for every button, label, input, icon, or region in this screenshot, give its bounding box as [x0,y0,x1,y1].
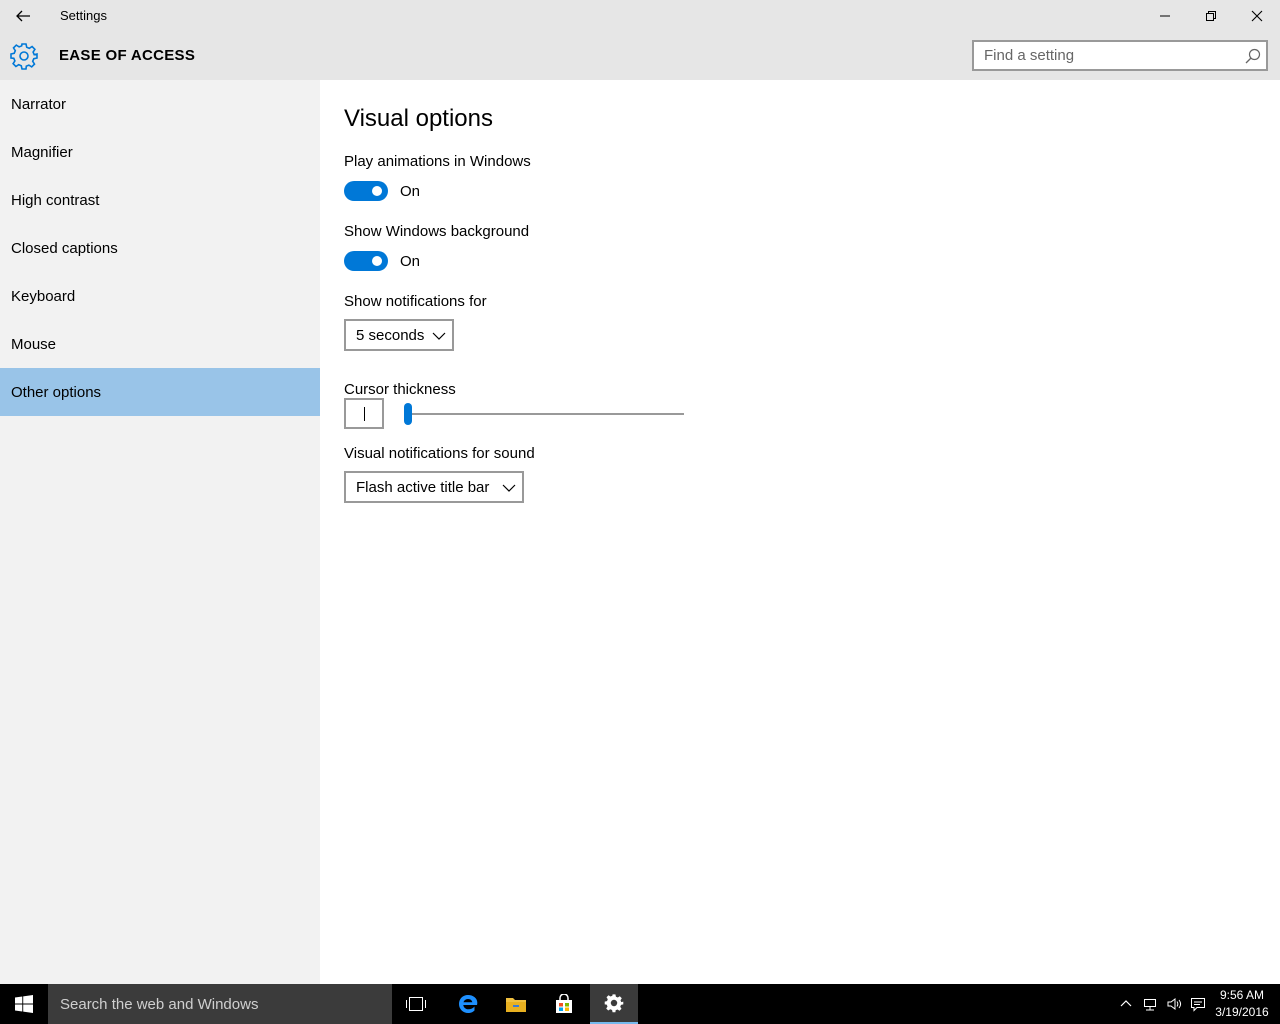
store-button[interactable] [540,984,588,1024]
toggle-knob [372,186,382,196]
windows-logo-icon [15,995,33,1013]
back-arrow-icon [16,10,30,22]
minimize-icon [1160,15,1170,17]
sidebar-item-label: Magnifier [11,143,73,161]
main-content: Visual options Play animations in Window… [320,80,1280,984]
settings-taskbar-button[interactable] [590,984,638,1024]
dropdown-value: 5 seconds [356,326,425,344]
sidebar-item-label: Keyboard [11,287,76,305]
taskbar-clock[interactable]: 9:56 AM 3/19/2016 [1212,987,1272,1021]
page-title: Visual options [344,105,493,132]
settings-search-input[interactable] [974,42,1236,69]
cursor-thickness-label: Cursor thickness [344,381,456,398]
gear-icon [604,994,624,1013]
network-icon[interactable] [1142,996,1158,1012]
close-button[interactable] [1234,0,1280,32]
sidebar-item-label: Narrator [11,95,67,113]
visual-sound-notifications-label: Visual notifications for sound [344,445,535,462]
edge-icon [459,995,478,1013]
restore-button[interactable] [1188,0,1234,32]
notifications-duration-dropdown[interactable]: 5 seconds [344,319,454,351]
gear-icon [10,43,38,70]
section-title: EASE OF ACCESS [59,47,196,64]
search-icon[interactable] [1244,47,1262,65]
play-animations-state: On [400,183,421,200]
text-cursor-preview [364,407,365,421]
clock-time: 9:56 AM [1219,988,1265,1002]
chevron-down-icon [502,484,516,492]
close-icon [1251,10,1263,22]
sidebar-item-closed-captions[interactable]: Closed captions [0,224,320,272]
slider-track [404,413,684,415]
minimize-button[interactable] [1142,0,1188,32]
sidebar-item-label: High contrast [11,191,100,209]
show-background-state: On [400,253,421,270]
sidebar-item-other-options[interactable]: Other options [0,368,320,416]
sidebar-item-mouse[interactable]: Mouse [0,320,320,368]
sidebar-item-magnifier[interactable]: Magnifier [0,128,320,176]
back-button[interactable] [0,0,46,32]
play-animations-label: Play animations in Windows [344,153,531,170]
folder-icon [506,998,526,1012]
action-center-icon[interactable] [1190,996,1206,1012]
taskbar-search-placeholder: Search the web and Windows [60,995,259,1013]
clock-date: 3/19/2016 [1215,1005,1269,1019]
settings-search-box[interactable] [972,40,1268,71]
sidebar-item-label: Closed captions [11,239,118,257]
show-background-toggle[interactable] [344,251,388,271]
chevron-up-icon[interactable] [1118,996,1134,1012]
visual-sound-notifications-dropdown[interactable]: Flash active title bar [344,471,524,503]
store-icon [556,994,572,1013]
dropdown-value: Flash active title bar [356,478,490,496]
sidebar-item-label: Mouse [11,335,57,353]
toggle-knob [372,256,382,266]
chevron-down-icon [432,332,446,340]
taskbar: Search the web and Windows 9:56 AM 3/19/… [0,984,1280,1024]
edge-browser-button[interactable] [444,984,492,1024]
sidebar-item-narrator[interactable]: Narrator [0,80,320,128]
notifications-duration-label: Show notifications for [344,293,487,310]
settings-window: Settings EASE OF ACCESS Find a setting N… [0,0,1280,984]
sidebar-item-label: Other options [11,383,102,401]
cursor-thickness-preview [344,398,384,429]
restore-icon [1206,11,1216,21]
page-header: EASE OF ACCESS [0,32,1280,80]
taskbar-search-box[interactable]: Search the web and Windows [48,984,392,1024]
volume-icon[interactable] [1166,996,1182,1012]
slider-thumb[interactable] [404,403,412,425]
play-animations-toggle[interactable] [344,181,388,201]
window-title: Settings [60,8,107,23]
sidebar: Narrator Magnifier High contrast Closed … [0,80,320,984]
task-view-button[interactable] [392,984,440,1024]
sidebar-item-high-contrast[interactable]: High contrast [0,176,320,224]
cursor-thickness-slider[interactable] [404,402,686,426]
title-bar: Settings [0,0,1280,32]
file-explorer-button[interactable] [492,984,540,1024]
sidebar-item-keyboard[interactable]: Keyboard [0,272,320,320]
start-button[interactable] [0,984,48,1024]
show-background-label: Show Windows background [344,223,530,240]
task-view-icon [406,997,426,1011]
